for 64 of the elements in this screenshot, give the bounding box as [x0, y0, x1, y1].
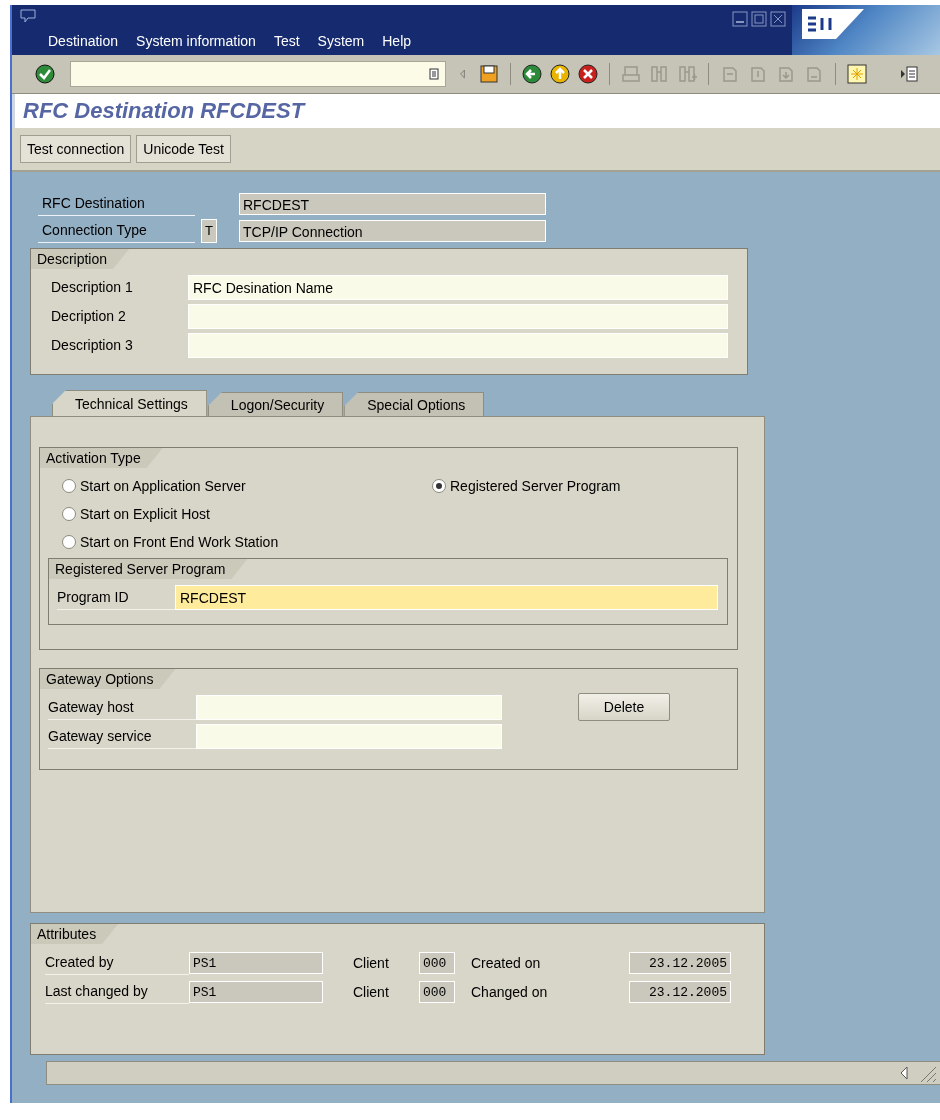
group-title: Gateway Options [40, 669, 176, 689]
field-label: Connection Type [38, 218, 195, 243]
field-label: Changed on [471, 983, 549, 1000]
group-title: Registered Server Program [49, 559, 248, 579]
exit-icon[interactable] [549, 63, 571, 85]
display-field: 23.12.2005 [629, 980, 731, 1003]
display-field: PS1 [189, 980, 323, 1003]
input-field[interactable] [188, 333, 728, 358]
radio-button[interactable] [62, 479, 76, 493]
input-field[interactable]: RFCDEST [175, 585, 718, 610]
code-field: T [201, 218, 217, 243]
save-icon[interactable] [478, 63, 500, 85]
radio-label: Start on Front End Work Station [80, 534, 279, 550]
group-title: Attributes [31, 924, 119, 944]
field-label: Description 3 [51, 336, 134, 355]
left-arrow-icon[interactable] [899, 1066, 909, 1080]
radio-label: Start on Application Server [80, 478, 246, 494]
display-field: 000 [419, 980, 455, 1003]
radio-button[interactable] [432, 479, 446, 493]
toolbar-button[interactable]: Test connection [20, 135, 132, 163]
help-icon[interactable] [898, 63, 920, 85]
cancel-icon[interactable] [577, 63, 599, 85]
field-label: Client [353, 954, 390, 971]
tab[interactable]: Technical Settings [52, 390, 207, 416]
display-field: 000 [419, 951, 455, 974]
find-icon[interactable] [648, 63, 670, 85]
menu-item[interactable]: Test [273, 33, 300, 49]
system-menu-icon[interactable] [20, 9, 36, 23]
menu-item[interactable]: System [317, 33, 365, 49]
tab[interactable]: Special Options [344, 392, 485, 416]
back-icon[interactable] [521, 63, 543, 85]
field-label: RFC Destination [38, 191, 195, 216]
enter-check-icon[interactable] [34, 63, 56, 85]
input-field[interactable] [188, 304, 728, 329]
delete-button[interactable]: Delete [578, 693, 670, 721]
radio-label: Start on Explicit Host [80, 506, 210, 522]
radio-label: Registered Server Program [450, 478, 621, 494]
group-title: Description [31, 249, 130, 269]
menu-item[interactable]: Help [382, 33, 412, 49]
field-label: Created on [471, 954, 542, 971]
find-next-icon[interactable] [676, 63, 698, 85]
command-field[interactable] [70, 61, 446, 87]
input-field[interactable] [196, 695, 502, 720]
field-label: Client [353, 983, 390, 1000]
layout-icon[interactable] [846, 63, 868, 85]
window-controls-icon[interactable] [732, 11, 786, 27]
sap-logo-icon [802, 9, 864, 39]
tab[interactable]: Logon/Security [207, 392, 344, 416]
display-field: TCP/IP Connection [239, 219, 546, 242]
screen-title: RFC Destination RFCDEST [23, 98, 305, 124]
field-label: Description 1 [51, 278, 134, 297]
toolbar-button[interactable]: Unicode Test [136, 135, 231, 163]
input-field[interactable] [196, 724, 502, 749]
field-label: Decription 2 [51, 307, 127, 326]
group-title: Activation Type [40, 448, 163, 468]
input-field[interactable]: RFC Desination Name [188, 275, 728, 300]
radio-button[interactable] [62, 507, 76, 521]
menu-item[interactable]: Destination [48, 33, 119, 49]
radio-button[interactable] [62, 535, 76, 549]
display-field: RFCDEST [239, 192, 546, 215]
display-field: 23.12.2005 [629, 951, 731, 974]
display-field: PS1 [189, 951, 323, 974]
dropdown-icon[interactable] [429, 68, 439, 80]
menu-item[interactable]: System information [136, 33, 256, 49]
